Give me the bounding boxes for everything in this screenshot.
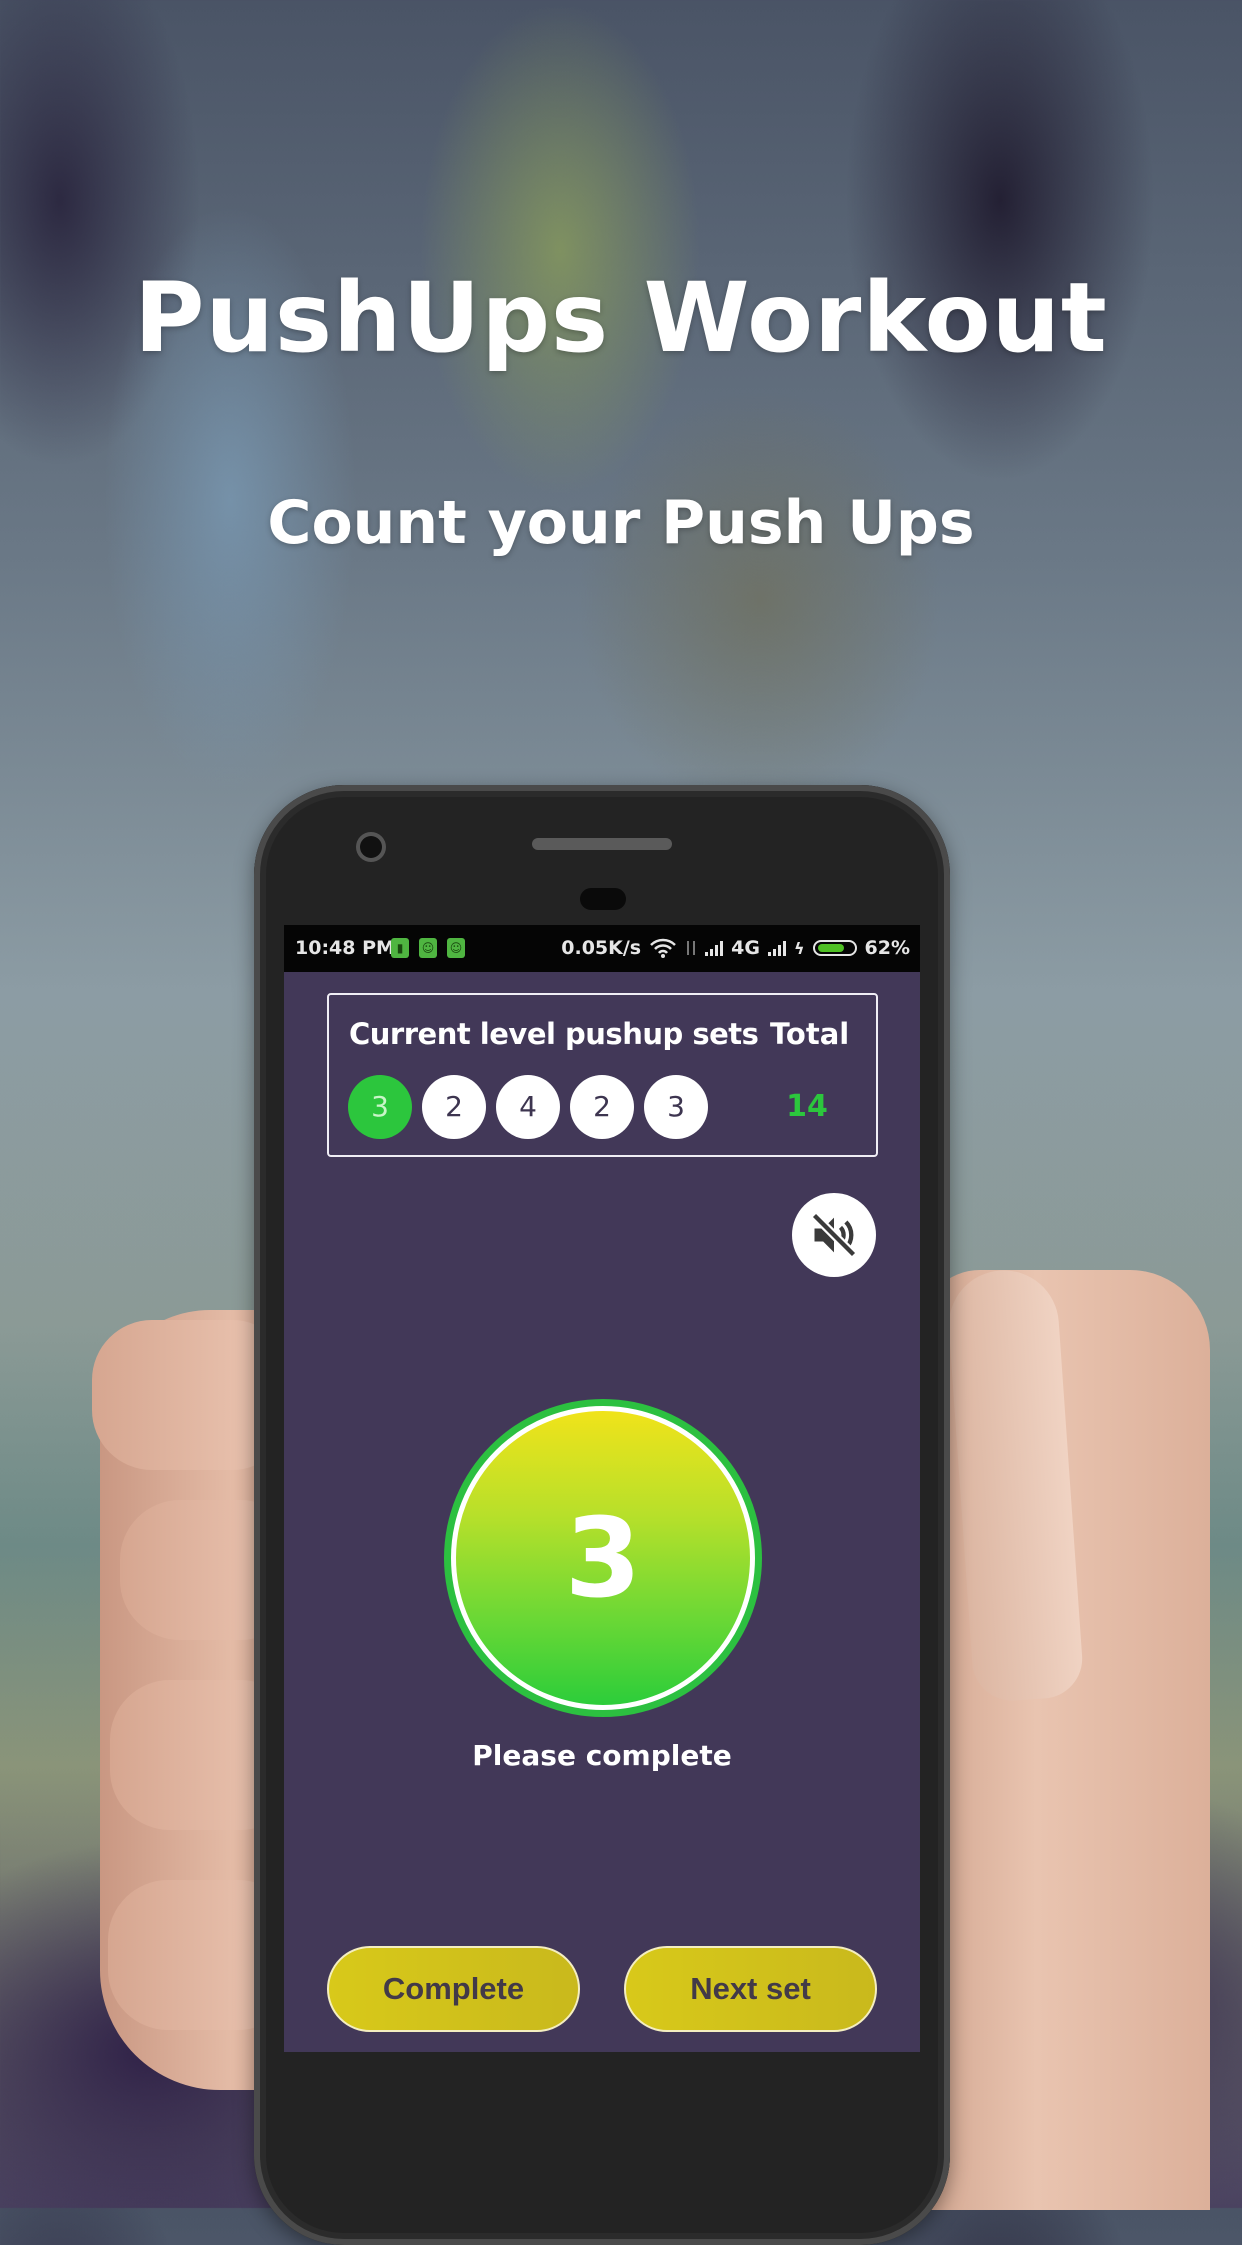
set-badge-4: 2 (570, 1075, 634, 1139)
total-value: 14 (786, 1089, 828, 1124)
earpiece-speaker (532, 838, 672, 850)
data-transfer-icon (687, 941, 696, 955)
network-type: 4G (731, 937, 760, 959)
battery-icon (812, 940, 857, 956)
status-right-group: 0.05K/s 4G ϟ 62% (561, 937, 910, 959)
battery-percent: 62% (864, 937, 910, 959)
complete-button[interactable]: Complete (327, 1946, 580, 2032)
set-badge-5: 3 (644, 1075, 708, 1139)
sets-panel: Current level pushup sets Total 3 2 4 2 … (327, 993, 878, 1157)
charging-bolt-icon: ϟ (793, 938, 805, 958)
wifi-icon (650, 938, 677, 958)
counter-value: 3 (564, 1494, 642, 1622)
front-camera-icon (360, 836, 382, 858)
status-bar: 10:48 PM ▮ ☺ ☺ 0.05K/s 4G ϟ 62% (284, 925, 920, 972)
pushup-counter-button[interactable]: 3 (444, 1399, 762, 1717)
app-screen: 10:48 PM ▮ ☺ ☺ 0.05K/s 4G ϟ 62% Current … (284, 925, 920, 2052)
counter-prompt: Please complete (472, 1739, 732, 1772)
signal-strength-icon (705, 940, 724, 956)
status-time: 10:48 PM (295, 937, 395, 959)
counter-face: 3 (451, 1406, 755, 1710)
volume-mute-icon (811, 1212, 857, 1258)
app-notification-icon: ☺ (447, 938, 465, 958)
promo-subtitle: Count your Push Ups (267, 488, 975, 558)
network-speed: 0.05K/s (561, 937, 642, 959)
next-set-button[interactable]: Next set (624, 1946, 877, 2032)
promo-title: PushUps Workout (134, 262, 1108, 374)
set-badge-2: 2 (422, 1075, 486, 1139)
total-heading: Total (770, 1017, 850, 1051)
set-badge-1: 3 (348, 1075, 412, 1139)
battery-saver-icon: ▮ (391, 938, 409, 958)
proximity-sensor (580, 888, 626, 910)
signal-strength-icon (767, 940, 786, 956)
mute-toggle-button[interactable] (792, 1193, 876, 1277)
sets-heading: Current level pushup sets (349, 1017, 759, 1051)
set-badge-3: 4 (496, 1075, 560, 1139)
app-notification-icon: ☺ (419, 938, 437, 958)
